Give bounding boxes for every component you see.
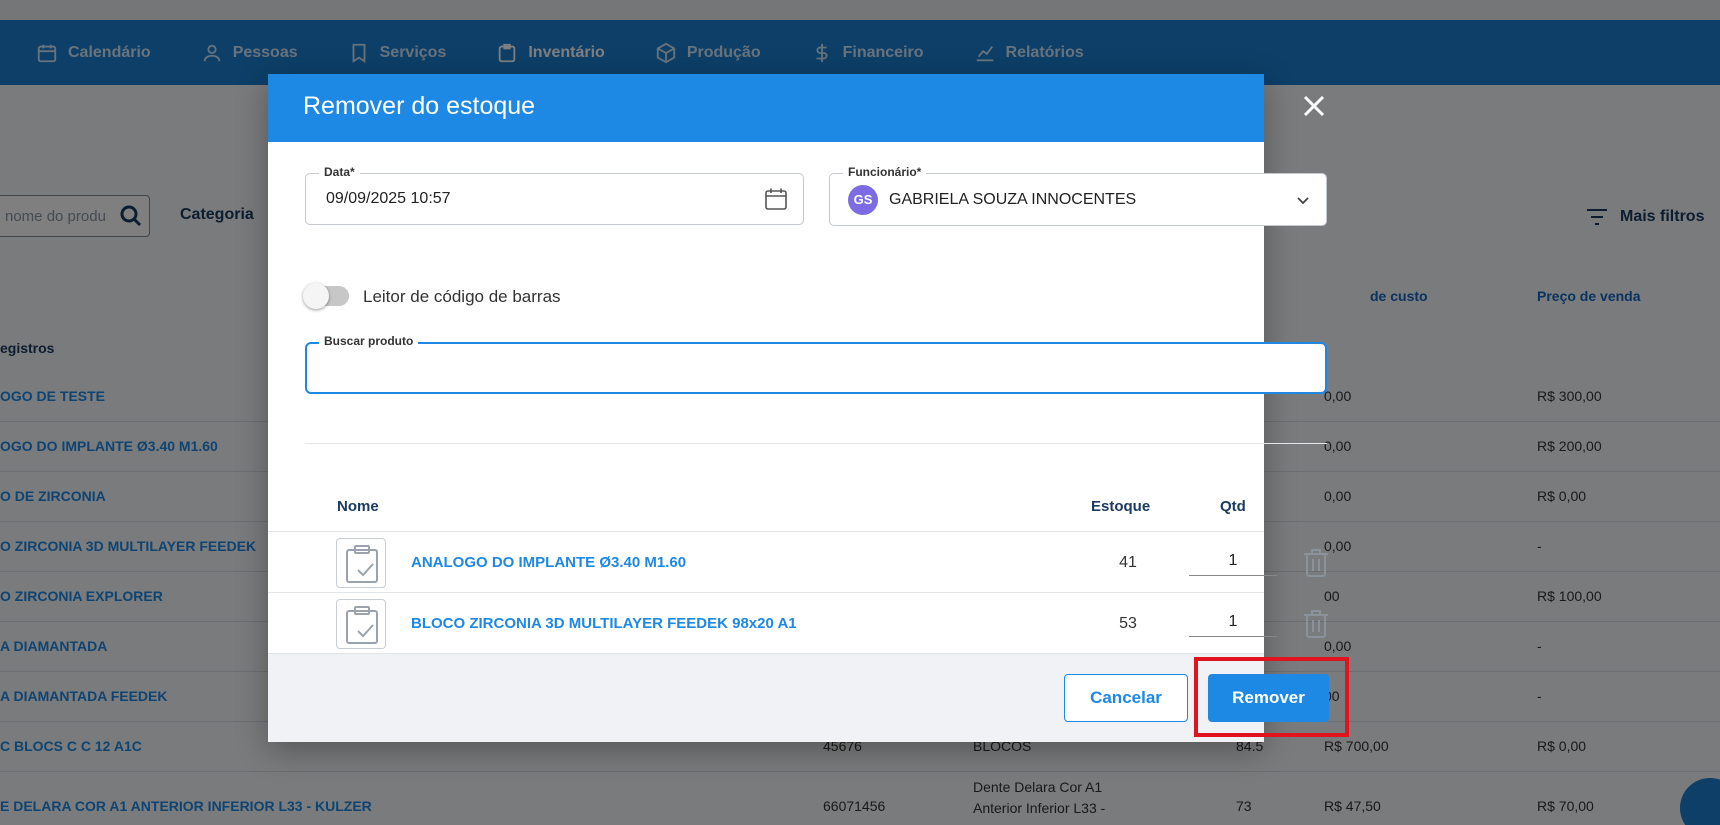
employee-value: GABRIELA SOUZA INNOCENTES: [889, 191, 1137, 208]
col-header-nome: Nome: [337, 498, 379, 515]
clipboard-check-icon: [346, 606, 378, 644]
table-row: BLOCO ZIRCONIA 3D MULTILAYER FEEDEK 98x2…: [268, 592, 1328, 653]
clipboard-check-icon: [346, 545, 378, 583]
product-search-input[interactable]: [319, 356, 1309, 382]
avatar: GS: [848, 185, 878, 215]
col-header-qtd: Qtd: [1220, 498, 1246, 515]
date-field[interactable]: Data* 09/09/2025 10:57: [305, 165, 804, 225]
barcode-label: Leitor de código de barras: [363, 287, 561, 306]
product-thumbnail: [336, 599, 386, 649]
cancel-button[interactable]: Cancelar: [1064, 674, 1188, 722]
col-header-estoque: Estoque: [1091, 498, 1151, 515]
table-row: ANALOGO DO IMPLANTE Ø3.40 M1.60 41: [268, 531, 1328, 592]
close-icon[interactable]: [1298, 90, 1330, 122]
toggle-knob: [303, 283, 329, 309]
product-thumbnail: [336, 538, 386, 588]
trash-icon[interactable]: [1302, 548, 1330, 578]
product-name[interactable]: ANALOGO DO IMPLANTE Ø3.40 M1.60: [411, 554, 686, 571]
quantity-input[interactable]: [1189, 546, 1277, 576]
product-name[interactable]: BLOCO ZIRCONIA 3D MULTILAYER FEEDEK 98x2…: [411, 615, 797, 632]
employee-select[interactable]: Funcionário* GS GABRIELA SOUZA INNOCENTE…: [829, 165, 1327, 226]
divider: [305, 443, 1327, 444]
date-value: 09/09/2025 10:57: [326, 190, 451, 207]
modal-title: Remover do estoque: [303, 92, 536, 120]
search-label: Buscar produto: [319, 334, 419, 348]
highlight-box: [1194, 657, 1349, 737]
barcode-toggle[interactable]: [303, 283, 349, 309]
calendar-icon[interactable]: [764, 187, 788, 211]
trash-icon[interactable]: [1302, 609, 1330, 639]
product-stock: 41: [1119, 554, 1137, 571]
quantity-input[interactable]: [1189, 607, 1277, 637]
modal-header: Remover do estoque: [268, 74, 1264, 142]
product-stock: 53: [1119, 615, 1137, 632]
employee-label: Funcionário*: [843, 165, 927, 179]
product-search-field[interactable]: Buscar produto: [305, 334, 1327, 394]
date-label: Data*: [319, 165, 360, 179]
chevron-down-icon: [1297, 197, 1309, 205]
